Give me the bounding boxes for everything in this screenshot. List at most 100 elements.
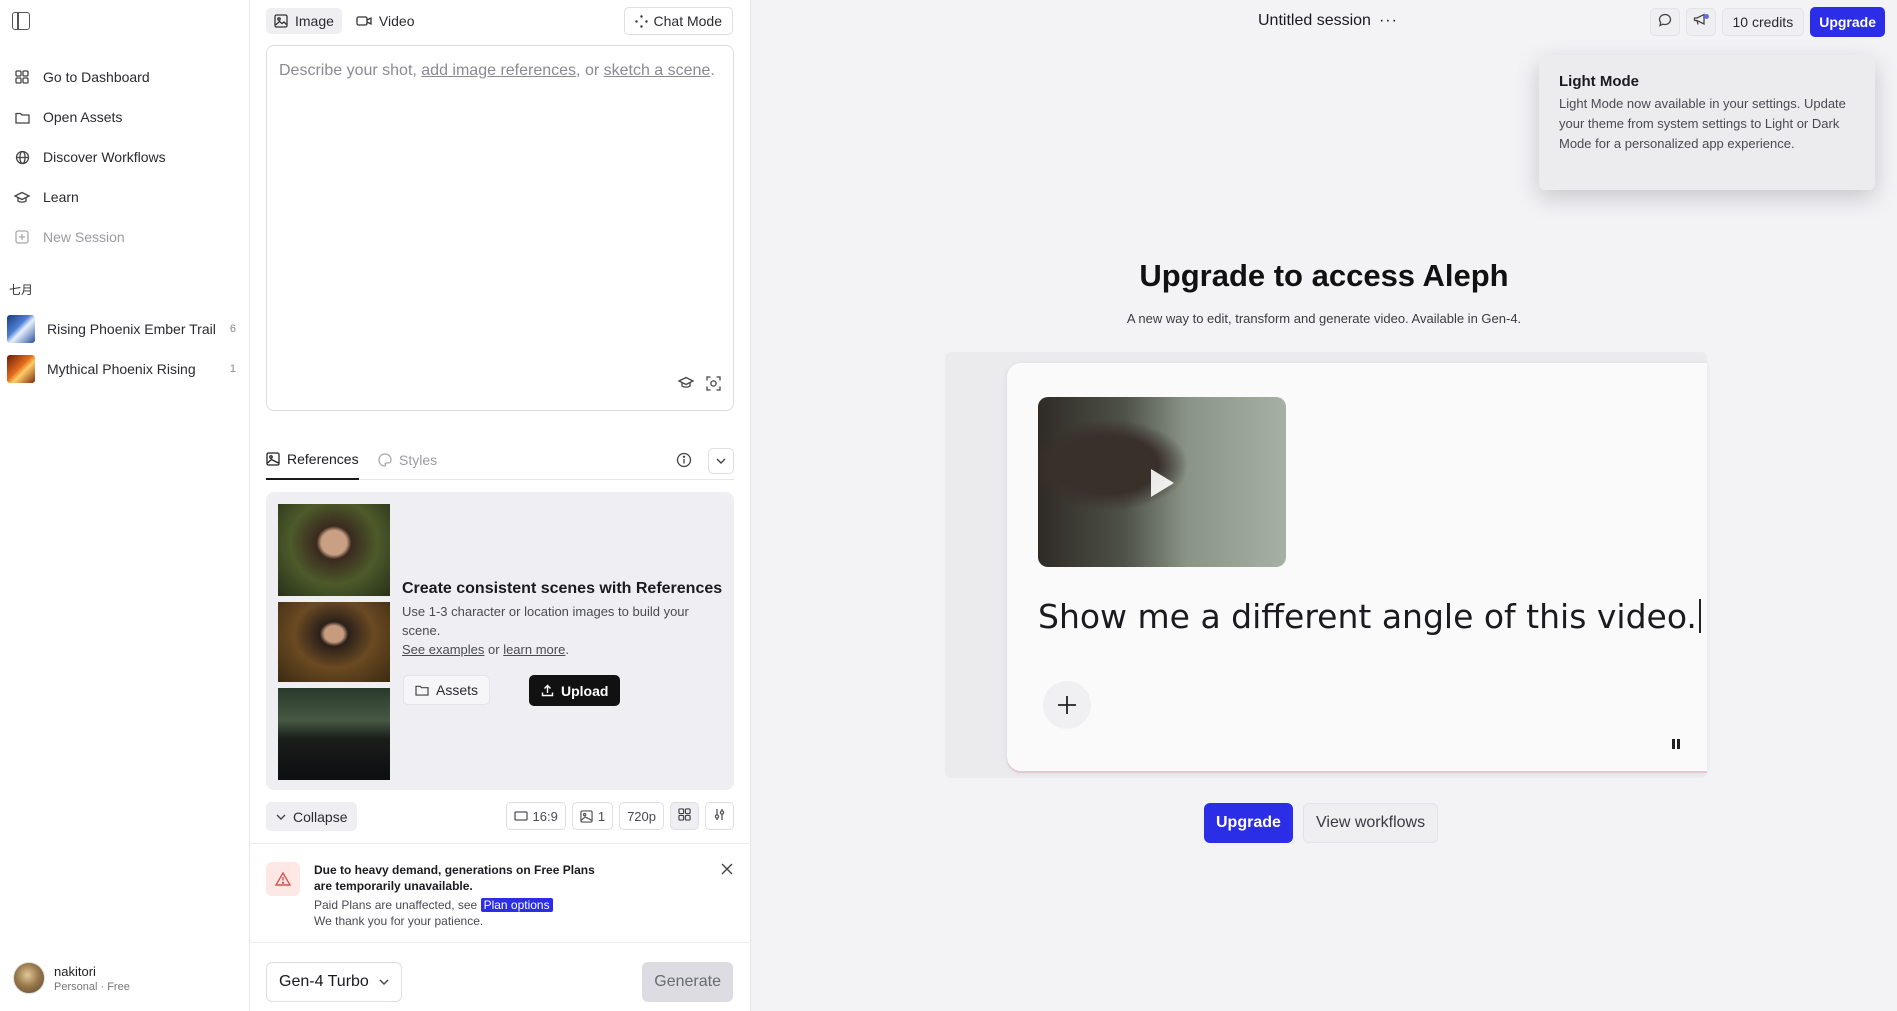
folder-icon bbox=[415, 684, 429, 696]
sidebar-item-learn[interactable]: Learn bbox=[0, 177, 250, 217]
links-separator: or bbox=[484, 642, 504, 657]
chat-mode-button[interactable]: Chat Mode bbox=[623, 7, 733, 35]
sidebar-item-workflows[interactable]: Discover Workflows bbox=[0, 137, 250, 177]
generation-options: Collapse 16:9 1 720p bbox=[266, 802, 734, 832]
sessions-month-heading: 七月 bbox=[9, 283, 34, 297]
view-workflows-button[interactable]: View workflows bbox=[1303, 803, 1439, 843]
text-caret bbox=[1698, 599, 1701, 633]
sliders-icon bbox=[713, 808, 726, 824]
chat-mode-label: Chat Mode bbox=[653, 13, 722, 29]
add-icon[interactable] bbox=[1043, 681, 1091, 729]
announcements-button[interactable] bbox=[1685, 8, 1716, 36]
resolution-value: 720p bbox=[627, 808, 656, 824]
upload-button[interactable]: Upload bbox=[529, 675, 621, 706]
tooltip-body: Light Mode now available in your setting… bbox=[1559, 96, 1846, 151]
notice-thanks: We thank you for your patience. bbox=[314, 914, 484, 928]
demo-card: Show me a different angle of this video. bbox=[1007, 363, 1707, 771]
generate-button[interactable]: Generate bbox=[642, 962, 733, 1002]
pause-icon[interactable] bbox=[1671, 737, 1681, 755]
notice-body-text: Paid Plans are unaffected, see bbox=[314, 898, 481, 912]
reference-tabs: References Styles bbox=[266, 440, 734, 480]
chevron-down-icon[interactable] bbox=[708, 448, 734, 474]
user-profile[interactable]: nakitori Personal · Free bbox=[13, 962, 130, 994]
close-icon[interactable] bbox=[721, 862, 733, 880]
links-period: . bbox=[565, 642, 569, 657]
collapse-label: Collapse bbox=[293, 808, 348, 825]
tab-video[interactable]: Video bbox=[348, 8, 423, 34]
option-chips: 16:9 1 720p bbox=[505, 802, 734, 830]
model-value: Gen-4 Turbo bbox=[279, 973, 369, 990]
sparkle-icon bbox=[634, 14, 648, 28]
demo-video-thumbnail[interactable] bbox=[1038, 397, 1286, 567]
see-examples-link[interactable]: See examples bbox=[402, 642, 484, 657]
aspect-ratio-select[interactable]: 16:9 bbox=[505, 802, 566, 830]
image-icon bbox=[274, 14, 288, 28]
sidebar-item-assets[interactable]: Open Assets bbox=[0, 97, 250, 137]
prompt-placeholder-text: . bbox=[710, 62, 715, 79]
settings-toggle[interactable] bbox=[705, 802, 734, 830]
aspect-ratio-icon bbox=[513, 811, 528, 821]
upgrade-button[interactable]: Upgrade bbox=[1810, 7, 1885, 37]
globe-icon bbox=[14, 149, 30, 165]
output-count-select[interactable]: 1 bbox=[571, 802, 614, 830]
image-icon bbox=[580, 809, 593, 823]
info-icon[interactable] bbox=[676, 452, 692, 473]
more-options-icon[interactable]: ··· bbox=[1379, 12, 1398, 30]
sidebar-item-label: Go to Dashboard bbox=[43, 69, 150, 85]
session-item[interactable]: Rising Phoenix Ember Trail 6 bbox=[0, 309, 250, 349]
session-name: Rising Phoenix Ember Trail bbox=[47, 321, 216, 337]
sidebar-item-label: Learn bbox=[43, 189, 79, 205]
tab-styles[interactable]: Styles bbox=[378, 440, 437, 480]
light-mode-tooltip: Light Mode Light Mode now available in y… bbox=[1539, 55, 1875, 190]
prompt-placeholder: Describe your shot, add image references… bbox=[279, 62, 715, 80]
avatar bbox=[13, 962, 45, 994]
session-thumbnail bbox=[7, 355, 35, 383]
user-name: nakitori bbox=[54, 963, 96, 979]
demo-prompt-text: Show me a different angle of this video. bbox=[1038, 597, 1697, 636]
notice-title: Due to heavy demand, generations on Free… bbox=[314, 863, 595, 893]
session-title-text[interactable]: Untitled session bbox=[1258, 12, 1371, 30]
sidebar-toggle-icon[interactable] bbox=[12, 12, 30, 30]
credits-badge[interactable]: 10 credits bbox=[1721, 8, 1805, 36]
resolution-select[interactable]: 720p bbox=[619, 802, 664, 830]
graduation-cap-icon[interactable] bbox=[677, 376, 695, 396]
notice-body: Paid Plans are unaffected, see Plan opti… bbox=[314, 897, 553, 929]
sketch-a-scene-link[interactable]: sketch a scene bbox=[604, 62, 711, 79]
references-card-description: Use 1-3 character or location images to … bbox=[402, 604, 689, 638]
prompt-placeholder-text: , or bbox=[576, 62, 604, 79]
media-type-tabs: Image Video bbox=[266, 8, 422, 34]
cta-upgrade-button[interactable]: Upgrade bbox=[1204, 803, 1293, 843]
model-select[interactable]: Gen-4 Turbo bbox=[266, 962, 402, 1002]
scan-icon[interactable] bbox=[706, 376, 721, 396]
references-card: Create consistent scenes with References… bbox=[266, 492, 734, 790]
tooltip-title: Light Mode bbox=[1559, 73, 1639, 90]
plus-square-icon bbox=[14, 229, 30, 245]
hero-title: Upgrade to access Aleph bbox=[1139, 258, 1509, 293]
session-item[interactable]: Mythical Phoenix Rising 1 bbox=[0, 349, 250, 389]
plan-options-link[interactable]: Plan options bbox=[480, 898, 553, 912]
output-count-value: 1 bbox=[597, 808, 606, 824]
prompt-tools bbox=[677, 376, 721, 396]
play-icon[interactable] bbox=[1148, 467, 1176, 504]
top-actions: 10 credits Upgrade bbox=[1649, 7, 1885, 37]
feedback-button[interactable] bbox=[1649, 8, 1680, 36]
sidebar-item-dashboard[interactable]: Go to Dashboard bbox=[0, 57, 250, 97]
chat-bubble-icon bbox=[1658, 13, 1672, 32]
sidebar-item-new-session[interactable]: New Session bbox=[0, 217, 250, 257]
grid-view-toggle[interactable] bbox=[670, 802, 699, 830]
learn-more-link[interactable]: learn more bbox=[503, 642, 565, 657]
notification-dot bbox=[1703, 14, 1709, 19]
assets-button[interactable]: Assets bbox=[403, 675, 491, 705]
collapse-button[interactable]: Collapse bbox=[266, 802, 358, 831]
references-card-links: See examples or learn more. bbox=[402, 642, 569, 657]
session-list: Rising Phoenix Ember Trail 6 Mythical Ph… bbox=[0, 309, 250, 389]
session-thumbnail bbox=[7, 315, 35, 343]
tab-references[interactable]: References bbox=[266, 440, 359, 480]
chevron-down-icon bbox=[379, 979, 389, 985]
prompt-input[interactable]: Describe your shot, add image references… bbox=[266, 45, 734, 411]
add-image-references-link[interactable]: add image references bbox=[421, 62, 576, 79]
tab-image[interactable]: Image bbox=[266, 8, 342, 34]
tab-label: Styles bbox=[399, 452, 438, 468]
session-title: Untitled session ··· bbox=[1258, 12, 1398, 30]
hero-subtitle: A new way to edit, transform and generat… bbox=[1126, 311, 1522, 326]
